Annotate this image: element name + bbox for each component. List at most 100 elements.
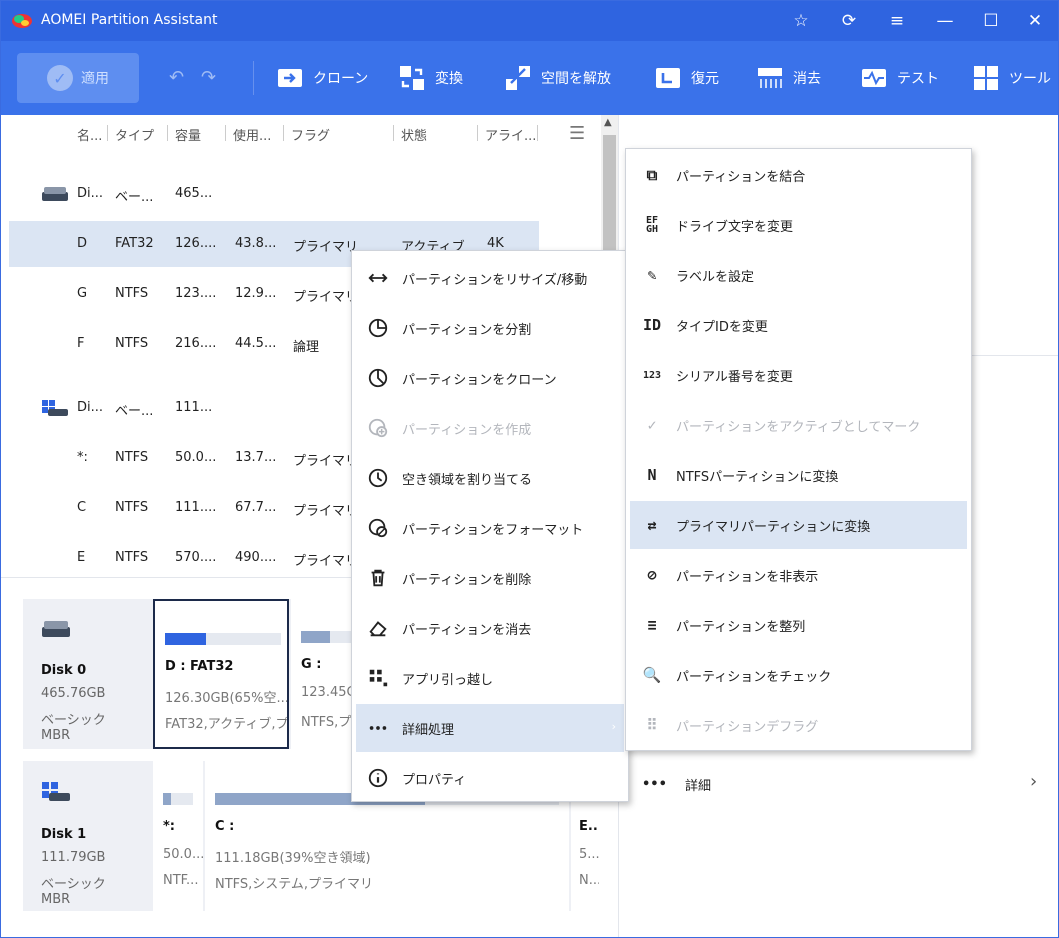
menu-item-more[interactable]: 詳細処理 › — [356, 704, 624, 752]
menu-icon[interactable]: ≡ — [885, 9, 909, 33]
partition-size: 126.30GB(65%空... — [165, 691, 289, 706]
column-divider[interactable] — [537, 125, 538, 141]
column-divider[interactable] — [477, 125, 478, 141]
disk-0-info: Disk 0 465.76GB ベーシック MBR — [23, 599, 153, 749]
restore-icon — [656, 68, 680, 88]
column-divider[interactable] — [393, 125, 394, 141]
col-type[interactable]: タイプ — [115, 125, 154, 144]
submenu-item-hide[interactable]: ⊘ パーティションを非表示 — [630, 551, 967, 599]
partition-size: 111.18GB(39%空き領域) — [215, 851, 371, 866]
menu-item-label: パーティションを削除 — [402, 572, 532, 588]
submenu-item-merge[interactable]: ⧉ パーティションを結合 — [630, 151, 967, 199]
refresh-icon[interactable]: ⟳ — [837, 9, 861, 33]
toolbar-wipe-button[interactable]: 消去 — [757, 65, 821, 91]
submenu-item-align[interactable]: ≡ パーティションを整列 — [630, 601, 967, 649]
close-icon[interactable]: ✕ — [1023, 9, 1047, 33]
column-divider[interactable] — [225, 125, 226, 141]
partition-flags: N... — [579, 873, 599, 888]
app-title: AOMEI Partition Assistant — [41, 12, 218, 28]
apply-label: 適用 — [81, 71, 109, 87]
undo-icon[interactable]: ↶ — [169, 67, 184, 88]
usage-bar-fill — [165, 633, 206, 645]
column-divider[interactable] — [283, 125, 284, 141]
submenu-item-type-id[interactable]: ID タイプIDを変更 — [630, 301, 967, 349]
col-capacity[interactable]: 容量 — [175, 125, 201, 144]
cell-name: E — [77, 550, 86, 565]
resize-icon — [366, 266, 390, 290]
usage-bar — [163, 793, 193, 805]
disk-map-partition-star[interactable]: *: 50.0... NTF... — [153, 761, 203, 911]
col-alignment[interactable]: アライ... — [485, 125, 536, 144]
toolbar-test-button[interactable]: テスト — [861, 65, 939, 91]
tools-icon — [974, 66, 998, 90]
cell-type: NTFS — [115, 450, 149, 465]
submenu-item-search[interactable]: 🔍 パーティションをチェック — [630, 651, 967, 699]
toolbar-restore-label: 復元 — [691, 71, 719, 87]
usage-bar — [165, 633, 281, 645]
col-used[interactable]: 使用... — [233, 125, 271, 144]
apply-button[interactable]: ✓ 適用 — [17, 53, 139, 103]
menu-item-split[interactable]: パーティションを分割 — [356, 304, 624, 352]
star-icon[interactable]: ☆ — [789, 9, 813, 33]
column-menu-icon[interactable]: ☰ — [569, 123, 585, 144]
free-space-icon — [506, 66, 530, 90]
submenu-item-convert-primary[interactable]: ⇄ プライマリパーティションに変換 — [630, 501, 967, 549]
cell-cap: 570.... — [175, 550, 217, 565]
cell-used: 44.5... — [235, 336, 277, 351]
menu-item-resize[interactable]: パーティションをリサイズ/移動 — [356, 254, 624, 302]
more-operations-item[interactable]: ••• 詳細 — [642, 775, 711, 794]
disk-icon — [42, 782, 70, 801]
disk-0-kind: ベーシック MBR — [41, 713, 106, 743]
clone-partition-icon — [366, 366, 390, 390]
menu-item-clone-partition[interactable]: パーティションをクローン — [356, 354, 624, 402]
menu-item-label: パーティションを作成 — [402, 422, 532, 438]
toolbar-tools-button[interactable]: ツール — [973, 65, 1051, 91]
menu-item-format[interactable]: パーティションをフォーマット — [356, 504, 624, 552]
submenu-item-serial[interactable]: 123 シリアル番号を変更 — [630, 351, 967, 399]
menu-item-delete[interactable]: パーティションを削除 — [356, 554, 624, 602]
chevron-right-icon[interactable]: › — [1030, 771, 1037, 792]
cell-type: NTFS — [115, 500, 149, 515]
menu-item-label: 詳細処理 — [402, 722, 455, 738]
menu-item-label: アプリ引っ越し — [402, 672, 494, 688]
submenu-item-drive-letter[interactable]: EF GH ドライブ文字を変更 — [630, 201, 967, 249]
app-move-icon — [366, 666, 390, 690]
menu-item-info[interactable]: プロパティ — [356, 754, 624, 802]
toolbar-free-space-button[interactable]: 空間を解放 — [505, 65, 611, 91]
submenu-item-ntfs[interactable]: N NTFSパーティションに変換 — [630, 451, 967, 499]
mark-active-icon: ✓ — [647, 415, 657, 434]
cell-flag: プライマリ — [293, 240, 359, 255]
toolbar-test-label: テスト — [897, 71, 939, 87]
disk-row[interactable]: Di... ベー... 465... — [9, 171, 539, 217]
disk-map-partition-d[interactable]: D : FAT32 126.30GB(65%空... FAT32,アクティブ,プ… — [153, 599, 289, 749]
toolbar-convert-button[interactable]: 変換 — [399, 65, 463, 91]
partition-flags: FAT32,アクティブ,プ... — [165, 717, 289, 732]
clone-icon — [278, 69, 302, 87]
menu-item-allocate[interactable]: 空き領域を割り当てる — [356, 454, 624, 502]
cell-name: G — [77, 286, 88, 301]
cell-name: F — [77, 336, 85, 351]
menu-item-label: パーティションをフォーマット — [402, 522, 584, 538]
col-flag[interactable]: フラグ — [291, 125, 330, 144]
col-name[interactable]: 名... — [77, 125, 102, 144]
submenu-item-label: NTFSパーティションに変換 — [676, 469, 839, 485]
toolbar-restore-button[interactable]: 復元 — [655, 65, 719, 91]
menu-item-eraser[interactable]: パーティションを消去 — [356, 604, 624, 652]
usage-bar-fill — [163, 793, 172, 805]
column-divider[interactable] — [107, 125, 108, 141]
maximize-icon[interactable]: ☐ — [979, 9, 1003, 33]
defrag-icon: ⠿ — [646, 715, 658, 734]
minimize-icon[interactable]: — — [933, 9, 957, 33]
column-divider[interactable] — [167, 125, 168, 141]
redo-icon[interactable]: ↷ — [201, 67, 216, 88]
submenu-item-pencil[interactable]: ✎ ラベルを設定 — [630, 251, 967, 299]
menu-item-app-move[interactable]: アプリ引っ越し — [356, 654, 624, 702]
cell-cap: 50.0... — [175, 450, 217, 465]
menu-item-label: プロパティ — [402, 772, 467, 788]
submenu-arrow-icon: › — [611, 720, 616, 733]
col-status[interactable]: 状態 — [401, 125, 427, 144]
scroll-up-icon[interactable]: ▲ — [604, 117, 612, 128]
disk-1-info: Disk 1 111.79GB ベーシック MBR — [23, 761, 153, 911]
toolbar-convert-label: 変換 — [435, 71, 463, 87]
toolbar-clone-button[interactable]: クローン — [277, 65, 368, 91]
